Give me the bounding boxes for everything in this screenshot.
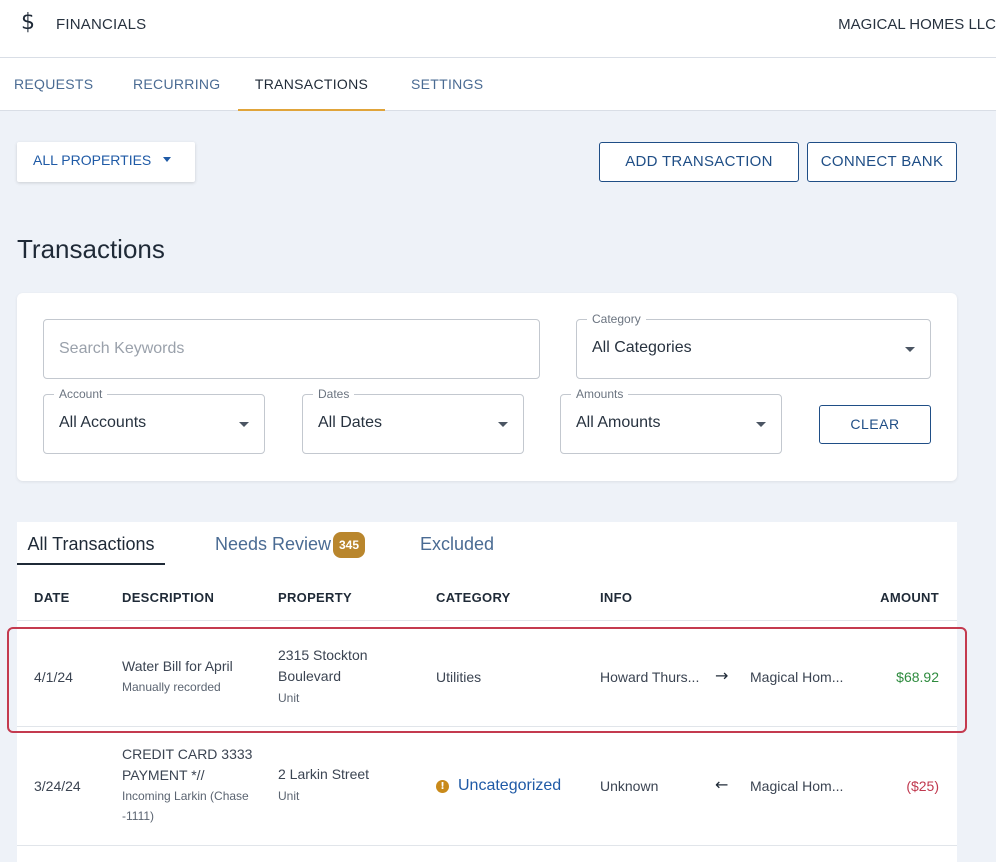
tab-excluded[interactable]: Excluded (420, 522, 494, 565)
search-input[interactable] (44, 320, 539, 378)
company-name[interactable]: MAGICAL HOMES LLC (838, 16, 996, 33)
row-info-from: Unknown (600, 778, 659, 794)
row-description-sub: Manually recorded (122, 680, 221, 694)
caret-down-icon (239, 422, 249, 427)
transactions-table: All Transactions Needs Review 345 Exclud… (17, 522, 957, 862)
row-property-line2: Boulevard (278, 668, 342, 684)
row-amount: $68.92 (896, 669, 939, 685)
row-description-line2: PAYMENT *// (122, 767, 205, 783)
row-description-line1: CREDIT CARD 3333 (122, 746, 253, 762)
account-select[interactable]: Account All Accounts (43, 387, 265, 454)
category-value: All Categories (592, 339, 692, 356)
row-property-line1: 2315 Stockton (278, 647, 368, 663)
column-header-category[interactable]: CATEGORY (436, 590, 511, 605)
dates-select[interactable]: Dates All Dates (302, 387, 524, 454)
filter-panel: Category All Categories Account All Acco… (17, 293, 957, 481)
property-select[interactable]: ALL PROPERTIES (17, 142, 195, 182)
column-header-info[interactable]: INFO (600, 590, 632, 605)
caret-down-icon (905, 347, 915, 352)
row-description-sub2: -1111) (122, 809, 155, 823)
property-select-label: ALL PROPERTIES (33, 152, 152, 168)
column-header-amount[interactable]: AMOUNT (880, 590, 939, 605)
row-category[interactable]: ! Uncategorized (436, 775, 561, 796)
row-description: Water Bill for April (122, 658, 233, 674)
dates-value: All Dates (318, 414, 383, 431)
tab-recurring[interactable]: RECURRING (133, 58, 220, 111)
dollar-icon: $ (21, 10, 35, 35)
row-info-to: Magical Hom... (750, 778, 844, 794)
tab-transactions[interactable]: TRANSACTIONS (238, 58, 385, 111)
connect-bank-button[interactable]: CONNECT BANK (807, 142, 957, 182)
amounts-select[interactable]: Amounts All Amounts (560, 387, 782, 454)
search-field[interactable] (43, 319, 540, 379)
column-header-description[interactable]: DESCRIPTION (122, 590, 214, 605)
category-select[interactable]: Category All Categories (576, 312, 931, 379)
arrow-left-icon: ← (715, 775, 729, 794)
dates-label: Dates (313, 387, 355, 401)
account-value: All Accounts (59, 414, 147, 431)
row-category-label: Uncategorized (458, 777, 562, 794)
tab-needs-review[interactable]: Needs Review (215, 522, 331, 565)
row-info-from: Howard Thurs... (600, 669, 700, 685)
nav-tabs: REQUESTS RECURRING TRANSACTIONS SETTINGS (0, 58, 996, 111)
tab-requests[interactable]: REQUESTS (14, 58, 93, 111)
add-transaction-button[interactable]: ADD TRANSACTION (599, 142, 799, 182)
arrow-right-icon: → (715, 666, 729, 685)
account-label: Account (54, 387, 108, 401)
divider (17, 845, 957, 846)
divider (17, 620, 957, 621)
column-header-date[interactable]: DATE (34, 590, 70, 605)
amounts-value: All Amounts (576, 414, 661, 431)
app-name: FINANCIALS (56, 16, 147, 33)
caret-down-icon (163, 157, 171, 162)
row-property-line1: 2 Larkin Street (278, 766, 370, 782)
amounts-label: Amounts (571, 387, 629, 401)
category-label: Category (587, 312, 646, 326)
row-description-sub1: Incoming Larkin (Chase (122, 789, 249, 803)
clear-button[interactable]: CLEAR (819, 405, 931, 444)
tab-settings[interactable]: SETTINGS (411, 58, 483, 111)
row-info-to: Magical Hom... (750, 669, 844, 685)
row-date: 3/24/24 (34, 778, 81, 794)
caret-down-icon (498, 422, 508, 427)
review-count-badge: 345 (333, 532, 366, 558)
divider (17, 726, 957, 727)
row-date: 4/1/24 (34, 669, 73, 685)
page-title: Transactions (17, 234, 165, 264)
info-icon: ! (436, 780, 449, 793)
row-property-sub: Unit (278, 691, 300, 705)
row-category[interactable]: Utilities (436, 667, 481, 688)
row-property-sub: Unit (278, 789, 300, 803)
top-bar: $ FINANCIALS MAGICAL HOMES LLC (0, 0, 996, 58)
row-amount: ($25) (906, 778, 939, 794)
caret-down-icon (756, 422, 766, 427)
tab-all-transactions[interactable]: All Transactions (17, 522, 165, 565)
column-header-property[interactable]: PROPERTY (278, 590, 352, 605)
